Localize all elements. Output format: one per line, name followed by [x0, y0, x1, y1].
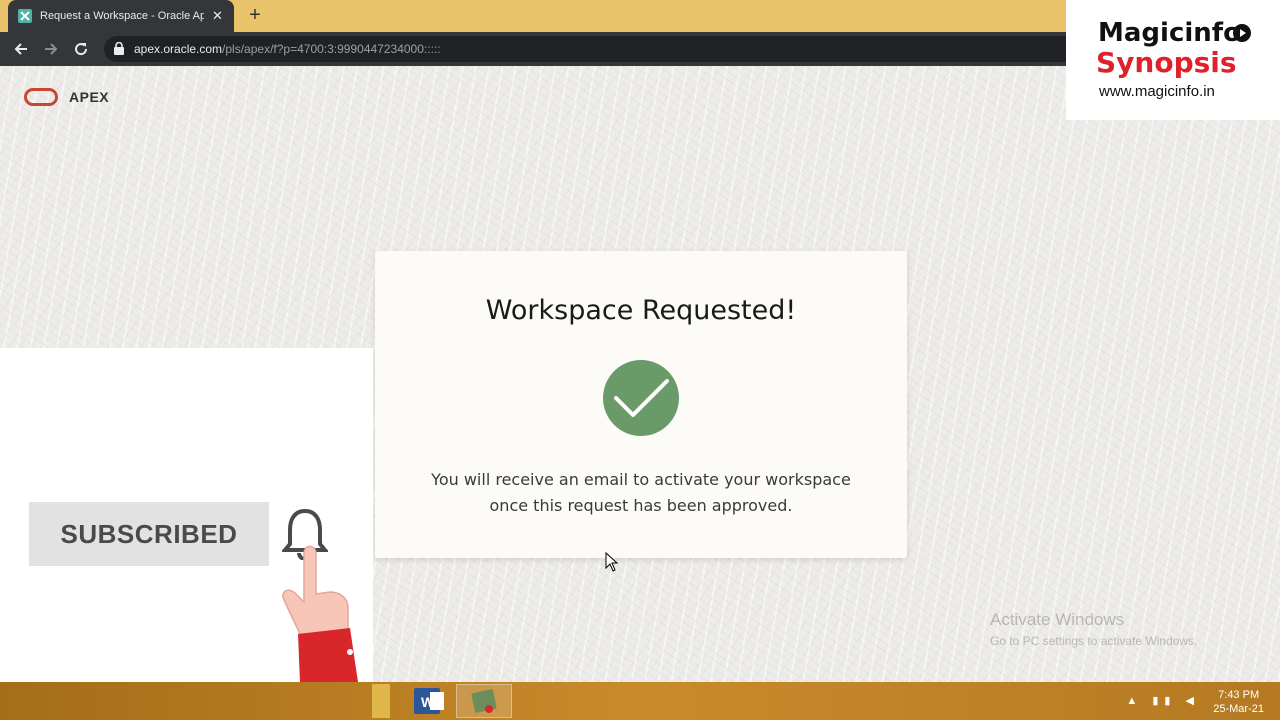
- url-text: apex.oracle.com/pls/apex/f?p=4700:3:9990…: [134, 42, 441, 56]
- windows-taskbar: W ▲ ▮▮ ◀ 7:43 PM 25-Mar-21: [0, 682, 1280, 720]
- subscribed-button[interactable]: SUBSCRIBED: [29, 502, 269, 566]
- svg-text:W: W: [421, 694, 435, 710]
- subscribe-overlay: SUBSCRIBED: [0, 348, 373, 682]
- new-tab-button[interactable]: +: [244, 4, 266, 26]
- pointing-hand-icon: [282, 545, 358, 682]
- back-icon[interactable]: [10, 38, 32, 60]
- taskbar-explorer-icon[interactable]: [372, 684, 390, 718]
- card-message: You will receive an email to activate yo…: [415, 467, 867, 519]
- clock-time: 7:43 PM: [1218, 689, 1260, 701]
- activate-windows-title: Activate Windows: [990, 610, 1125, 629]
- card-message-line2: once this request has been approved.: [489, 496, 793, 515]
- lock-icon: [114, 42, 124, 55]
- taskbar-paint-icon[interactable]: [456, 684, 512, 718]
- volume-icon[interactable]: ◀: [1186, 695, 1200, 707]
- play-icon: [1233, 24, 1251, 42]
- url-host: apex.oracle.com: [134, 42, 223, 56]
- card-title: Workspace Requested!: [485, 295, 797, 326]
- reload-icon[interactable]: [70, 38, 92, 60]
- apex-brand[interactable]: APEX: [69, 89, 109, 105]
- oracle-logo-icon[interactable]: [24, 88, 58, 106]
- activate-windows-watermark: Activate Windows Go to PC settings to ac…: [990, 610, 1197, 648]
- network-icon[interactable]: ▮▮: [1152, 695, 1176, 707]
- browser-tab[interactable]: Request a Workspace - Oracle Ap ✕: [8, 0, 234, 32]
- tray-arrow-icon[interactable]: ▲: [1126, 695, 1143, 707]
- confirmation-card: Workspace Requested! You will receive an…: [375, 251, 907, 558]
- magicinfo-watermark: Magicinfo Synopsis www.magicinfo.in: [1066, 0, 1280, 120]
- clock-date: 25-Mar-21: [1213, 703, 1264, 715]
- taskbar-word-icon[interactable]: W: [402, 684, 458, 718]
- brand-url: www.magicinfo.in: [1099, 83, 1215, 100]
- url-path: /pls/apex/f?p=4700:3:9990447234000:::::: [222, 42, 441, 56]
- tab-title: Request a Workspace - Oracle Ap: [40, 10, 204, 22]
- mouse-cursor-icon: [605, 552, 619, 572]
- checkmark-icon: [603, 360, 679, 436]
- apex-favicon-icon: [18, 9, 32, 23]
- tab-close-icon[interactable]: ✕: [212, 8, 223, 24]
- brand-tagline: Synopsis: [1096, 46, 1237, 79]
- system-tray[interactable]: ▲ ▮▮ ◀: [1126, 694, 1200, 707]
- brand-name: Magicinfo: [1098, 18, 1241, 48]
- forward-icon[interactable]: [40, 38, 62, 60]
- card-message-line1: You will receive an email to activate yo…: [431, 470, 851, 489]
- activate-windows-subtitle: Go to PC settings to activate Windows.: [990, 634, 1198, 648]
- address-bar[interactable]: apex.oracle.com/pls/apex/f?p=4700:3:9990…: [104, 36, 1084, 62]
- taskbar-clock[interactable]: 7:43 PM 25-Mar-21: [1213, 688, 1264, 716]
